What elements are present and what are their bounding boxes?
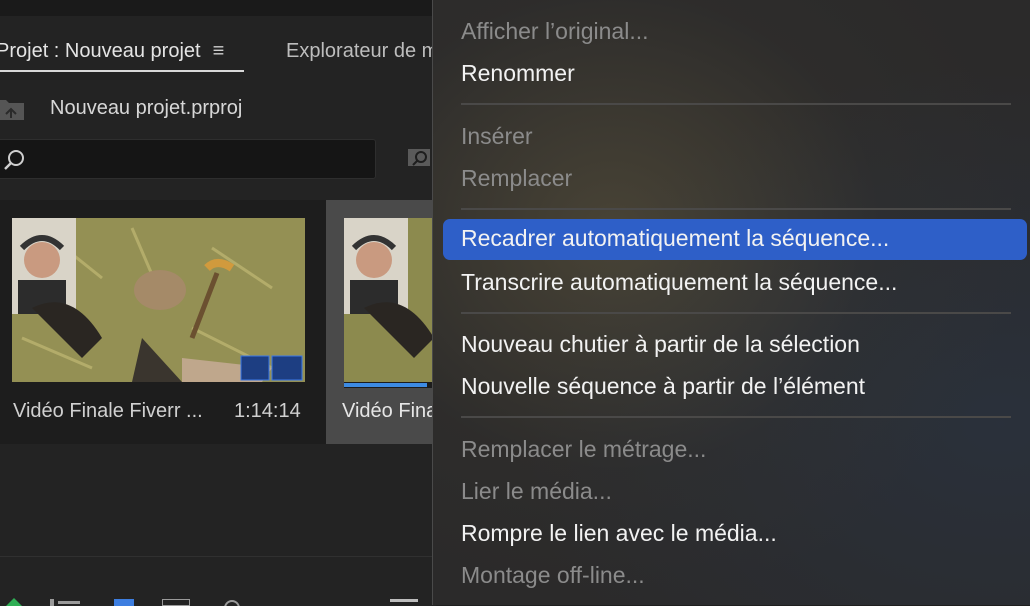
clip-thumbnail[interactable] xyxy=(344,218,436,382)
menu-item-rename[interactable]: Renommer xyxy=(461,60,575,87)
clip-item[interactable]: Vidéo Finale Fiverr ... 1:14:14 xyxy=(0,200,318,444)
menu-separator xyxy=(461,312,1011,314)
clip-progress-bar xyxy=(344,382,436,388)
menu-separator xyxy=(461,208,1011,210)
menu-separator xyxy=(461,416,1011,418)
search-icon xyxy=(4,150,24,170)
tab-project[interactable]: Projet : Nouveau projet ≡ xyxy=(0,40,224,63)
menu-item-replace[interactable]: Remplacer xyxy=(461,165,572,192)
menu-item-auto-reframe-label: Recadrer automatiquement la séquence... xyxy=(461,225,890,251)
menu-item-unlink-media[interactable]: Rompre le lien avec le média... xyxy=(461,520,777,547)
active-tab-underline xyxy=(0,70,244,72)
folder-up-icon[interactable] xyxy=(0,96,26,122)
panel-top-strip xyxy=(0,0,436,16)
menu-item-auto-reframe[interactable]: Recadrer automatiquement la séquence... xyxy=(443,219,1027,260)
context-menu: Afficher l’original... Renommer Insérer … xyxy=(432,0,1030,605)
menu-item-show-original[interactable]: Afficher l’original... xyxy=(461,18,649,45)
project-panel: Projet : Nouveau projet ≡ Explorateur de … xyxy=(0,0,438,606)
tab-media-browser[interactable]: Explorateur de m xyxy=(286,40,438,63)
new-bin-icon[interactable] xyxy=(406,146,432,168)
menu-separator xyxy=(461,103,1011,105)
panel-menu-icon[interactable]: ≡ xyxy=(213,40,225,62)
clip-item-selected[interactable]: Vidéo Fina xyxy=(326,200,438,444)
menu-item-link-media[interactable]: Lier le média... xyxy=(461,478,612,505)
clip-thumbnail[interactable] xyxy=(12,218,305,382)
menu-item-replace-footage[interactable]: Remplacer le métrage... xyxy=(461,436,706,463)
tab-media-browser-label: Explorateur de m xyxy=(286,40,439,62)
clip-name: Vidéo Finale Fiverr ... xyxy=(13,400,203,422)
menu-item-insert[interactable]: Insérer xyxy=(461,123,533,150)
menu-item-new-bin-from-selection[interactable]: Nouveau chutier à partir de la sélection xyxy=(461,331,860,358)
clip-name: Vidéo Fina xyxy=(342,400,438,422)
menu-item-offline-edit[interactable]: Montage off-line... xyxy=(461,562,645,589)
menu-item-new-sequence-from-clip[interactable]: Nouvelle séquence à partir de l’élément xyxy=(461,373,865,400)
clip-duration: 1:14:14 xyxy=(234,400,301,422)
menu-item-auto-transcribe[interactable]: Transcrire automatiquement la séquence..… xyxy=(461,269,897,296)
progress-fill xyxy=(344,383,427,387)
project-file-name: Nouveau projet.prproj xyxy=(50,97,243,119)
clip-grid: Vidéo Finale Fiverr ... 1:14:14 Vidéo Fi… xyxy=(0,200,438,444)
tab-project-label: Projet : Nouveau projet xyxy=(0,40,201,62)
panel-bottom-toolbar xyxy=(0,556,436,606)
search-field[interactable] xyxy=(0,139,376,179)
